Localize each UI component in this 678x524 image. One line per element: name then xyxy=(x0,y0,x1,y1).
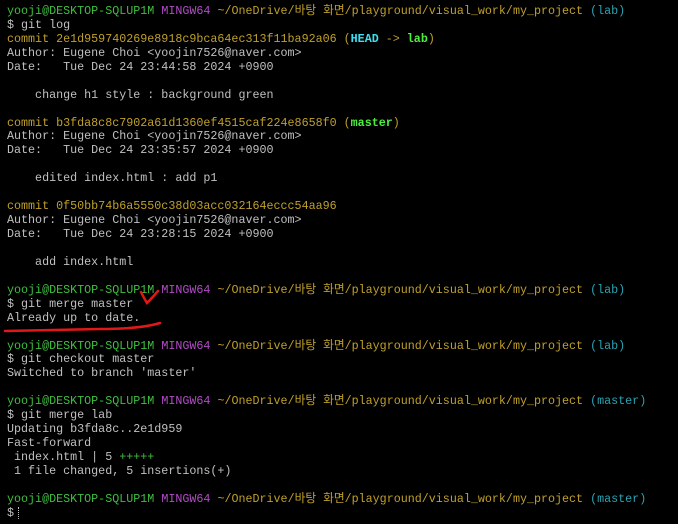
prompt-line: yooji@DESKTOP-SQLUP1M MINGW64 ~/OneDrive… xyxy=(7,338,646,354)
prompt-user-host: yooji@DESKTOP-SQLUP1M xyxy=(7,282,155,297)
command-line: $ git checkout master xyxy=(7,352,646,367)
output-text: 1 file changed, 5 insertions(+) xyxy=(7,463,232,478)
prompt-user-host: yooji@DESKTOP-SQLUP1M xyxy=(7,338,155,353)
prompt-user-host: yooji@DESKTOP-SQLUP1M xyxy=(7,4,155,18)
command-line: $ git merge master xyxy=(7,296,646,312)
prompt-line: yooji@DESKTOP-SQLUP1M MINGW64 ~/OneDrive… xyxy=(7,4,646,19)
command-text: $ git log xyxy=(7,17,71,32)
output-text: add index.html xyxy=(7,254,134,269)
commit-ref: HEAD xyxy=(350,31,379,46)
output-text: Author: Eugene Choi <yoojin7526@naver.co… xyxy=(7,129,302,144)
output-text: edited index.html : add p1 xyxy=(7,171,218,186)
diffstat-text: index.html | 5 xyxy=(7,450,120,464)
output-line: Switched to branch 'master' xyxy=(7,366,646,381)
output-line: Date: Tue Dec 24 23:28:15 2024 +0900 xyxy=(7,227,646,242)
prompt-path: ~/OneDrive/바탕 화면/playground/visual_work/… xyxy=(217,4,584,18)
prompt-system: MINGW64 xyxy=(161,282,211,297)
output-text: Switched to branch 'master' xyxy=(7,366,197,381)
commit-hash: commit 2e1d959740269e8918c9bca64ec313f11… xyxy=(7,31,344,46)
output-line: 1 file changed, 5 insertions(+) xyxy=(7,463,646,479)
commit-ref: ( xyxy=(343,115,351,130)
command-line: $ git log xyxy=(7,17,646,33)
prompt-branch: (lab) xyxy=(590,4,626,18)
prompt-path: ~/OneDrive/바탕 화면/playground/visual_work/… xyxy=(217,282,584,297)
command-text: $ git checkout master xyxy=(7,352,155,367)
commit-ref: ) xyxy=(392,115,400,130)
output-text: Date: Tue Dec 24 23:28:15 2024 +0900 xyxy=(7,227,274,241)
output-line: Fast-forward xyxy=(7,436,646,451)
prompt-line: yooji@DESKTOP-SQLUP1M MINGW64 ~/OneDrive… xyxy=(7,491,647,507)
commit-line: commit 2e1d959740269e8918c9bca64ec313f11… xyxy=(7,31,646,47)
commit-line: commit b3fda8c8c7902a61d1360ef4515caf224… xyxy=(7,115,646,131)
output-text: Already up to date. xyxy=(7,310,141,325)
commit-ref: master xyxy=(350,115,393,130)
output-text: Date: Tue Dec 24 23:35:57 2024 +0900 xyxy=(7,143,274,158)
output-line: Updating b3fda8c..2e1d959 xyxy=(7,422,646,437)
commit-ref: -> xyxy=(378,31,407,46)
output-text: Fast-forward xyxy=(7,436,92,451)
commit-hash: commit b3fda8c8c7902a61d1360ef4515caf224… xyxy=(7,115,344,130)
output-text: Author: Eugene Choi <yoojin7526@naver.co… xyxy=(7,213,302,228)
output-line: $ xyxy=(7,505,646,521)
output-line: add index.html xyxy=(7,254,646,270)
prompt-path: ~/OneDrive/바탕 화면/playground/visual_work/… xyxy=(217,338,584,353)
output-text: Author: Eugene Choi <yoojin7526@naver.co… xyxy=(7,45,302,60)
prompt-branch: (master) xyxy=(590,491,647,506)
command-line: $ git merge lab xyxy=(7,408,646,423)
prompt-system: MINGW64 xyxy=(161,394,211,409)
command-text: $ git merge master xyxy=(7,296,134,311)
cursor[interactable] xyxy=(18,506,20,519)
terminal-output[interactable]: yooji@DESKTOP-SQLUP1M MINGW64 ~/OneDrive… xyxy=(7,4,647,521)
prompt-system: MINGW64 xyxy=(161,491,211,506)
output-line: Author: Eugene Choi <yoojin7526@naver.co… xyxy=(7,213,646,228)
diffstat-plus: +++++ xyxy=(119,450,155,464)
prompt-branch: (lab) xyxy=(590,282,626,297)
prompt-user-host: yooji@DESKTOP-SQLUP1M xyxy=(7,491,155,506)
prompt-path: ~/OneDrive/바탕 화면/playground/visual_work/… xyxy=(217,394,584,409)
output-line: Date: Tue Dec 24 23:44:58 2024 +0900 xyxy=(7,59,646,75)
output-line: Author: Eugene Choi <yoojin7526@naver.co… xyxy=(7,45,646,61)
output-line: edited index.html : add p1 xyxy=(7,171,646,186)
command-text: $ git merge lab xyxy=(7,408,113,423)
output-line: Date: Tue Dec 24 23:35:57 2024 +0900 xyxy=(7,143,646,158)
output-line: Already up to date. xyxy=(7,310,646,326)
commit-ref: ( xyxy=(343,31,351,46)
commit-line: commit 0f50bb74b6a5550c38d03acc032164ecc… xyxy=(7,199,646,214)
prompt-line: yooji@DESKTOP-SQLUP1M MINGW64 ~/OneDrive… xyxy=(7,394,647,409)
prompt-system: MINGW64 xyxy=(161,4,211,18)
prompt-branch: (master) xyxy=(590,394,647,409)
output-line: index.html | 5 +++++ xyxy=(7,450,646,465)
prompt-path: ~/OneDrive/바탕 화면/playground/visual_work/… xyxy=(217,491,584,506)
prompt-branch: (lab) xyxy=(590,338,626,353)
output-line: Author: Eugene Choi <yoojin7526@naver.co… xyxy=(7,129,646,144)
prompt-user-host: yooji@DESKTOP-SQLUP1M xyxy=(7,394,155,409)
commit-hash: commit 0f50bb74b6a5550c38d03acc032164ecc… xyxy=(7,199,337,214)
input-prompt: $ xyxy=(7,505,15,520)
output-text: Date: Tue Dec 24 23:44:58 2024 +0900 xyxy=(7,59,274,74)
output-line: change h1 style : background green xyxy=(7,87,646,103)
prompt-system: MINGW64 xyxy=(161,338,211,353)
commit-ref: lab xyxy=(406,31,428,46)
output-text: Updating b3fda8c..2e1d959 xyxy=(7,422,183,437)
commit-ref: ) xyxy=(427,31,435,46)
prompt-line: yooji@DESKTOP-SQLUP1M MINGW64 ~/OneDrive… xyxy=(7,282,646,298)
output-text: change h1 style : background green xyxy=(7,87,274,102)
